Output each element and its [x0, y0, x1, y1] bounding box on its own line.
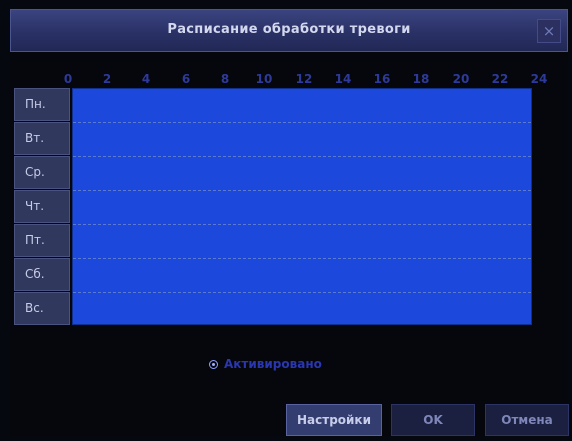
- schedule-row-wed[interactable]: [73, 157, 531, 191]
- day-label-sat[interactable]: Сб.: [14, 258, 70, 291]
- activated-label: Активировано: [224, 357, 322, 371]
- day-label-sun[interactable]: Вс.: [14, 292, 70, 325]
- hour-label: 8: [220, 72, 230, 86]
- hour-label: 20: [452, 72, 470, 86]
- schedule-row-sun[interactable]: [73, 293, 531, 327]
- radio-icon[interactable]: [209, 359, 218, 369]
- hour-label: 16: [373, 72, 391, 86]
- hour-label: 18: [412, 72, 430, 86]
- settings-button[interactable]: Настройки: [286, 404, 382, 436]
- alarm-schedule-dialog: Расписание обработки тревоги × 0 2 4 6 8…: [0, 0, 572, 441]
- dialog-title: Расписание обработки тревоги: [167, 22, 411, 37]
- day-label-wed[interactable]: Ср.: [14, 156, 70, 189]
- dialog-titlebar: Расписание обработки тревоги ×: [10, 9, 568, 52]
- close-icon[interactable]: ×: [537, 19, 561, 43]
- day-label-fri[interactable]: Пт.: [14, 224, 70, 257]
- ok-button[interactable]: OK: [391, 404, 475, 436]
- schedule-row-sat[interactable]: [73, 259, 531, 293]
- schedule-row-mon[interactable]: [73, 89, 531, 123]
- day-label-mon[interactable]: Пн.: [14, 88, 70, 121]
- day-label-tue[interactable]: Вт.: [14, 122, 70, 155]
- hour-label: 4: [141, 72, 151, 86]
- schedule-row-tue[interactable]: [73, 123, 531, 157]
- schedule-row-thu[interactable]: [73, 191, 531, 225]
- schedule-row-fri[interactable]: [73, 225, 531, 259]
- activated-option[interactable]: Активировано: [209, 356, 322, 372]
- day-label-thu[interactable]: Чт.: [14, 190, 70, 223]
- hour-label: 0: [63, 72, 73, 86]
- hour-label: 6: [181, 72, 191, 86]
- hour-label: 10: [255, 72, 273, 86]
- hour-label: 14: [334, 72, 352, 86]
- schedule-grid[interactable]: [72, 88, 532, 325]
- hour-label: 2: [102, 72, 112, 86]
- hour-label: 12: [295, 72, 313, 86]
- hour-label: 24: [530, 72, 548, 86]
- hour-label: 22: [491, 72, 509, 86]
- cancel-button[interactable]: Отмена: [485, 404, 569, 436]
